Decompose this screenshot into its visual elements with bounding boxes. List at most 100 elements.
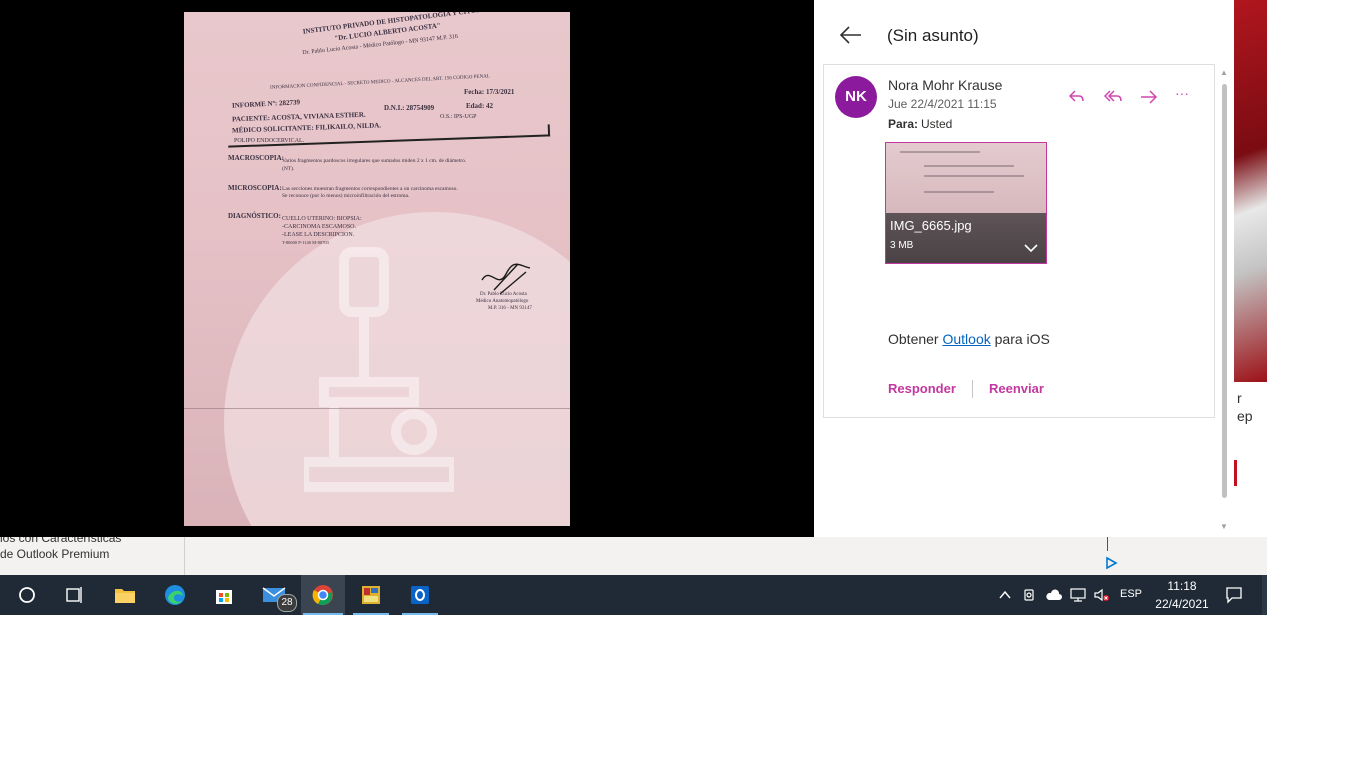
folder-icon [115, 589, 135, 603]
doc-diag-3: -LEASE LA DESCRIPCION. [282, 232, 355, 238]
forward-icon [1141, 90, 1158, 104]
body-prefix: Obtener [888, 331, 943, 347]
ad-text-line-2: ep [1237, 408, 1253, 424]
thumb-line [900, 151, 980, 153]
doc-diag-label: DIAGNÓSTICO: [228, 212, 281, 220]
clock-date[interactable]: 22/4/2021 [1152, 597, 1212, 611]
store-icon [216, 590, 232, 604]
cortana-circle-icon [19, 587, 35, 603]
doc-paciente: PACIENTE: ACOSTA, VIVIANA ESTHER. [231, 110, 366, 124]
reply-icon [1068, 90, 1084, 102]
attachment-card[interactable]: IMG_6665.jpg 3 MB [885, 142, 1047, 264]
doc-macro-label: MACROSCOPIA: [228, 154, 284, 162]
onedrive-button[interactable] [1045, 587, 1063, 608]
advertisement-image[interactable] [1234, 0, 1267, 382]
scroll-down-icon[interactable]: ▼ [1220, 522, 1228, 531]
doc-os: O.S.: IPS-UGP [440, 114, 477, 120]
doc-diag-1: CUELLO UTERINO: BIOPSIA: [282, 216, 362, 222]
doc-sign-2: Médico Anatomopatólogo [476, 299, 529, 304]
reply-button[interactable] [1066, 86, 1088, 108]
show-hidden-icons-button[interactable] [997, 587, 1013, 608]
to-recipient[interactable]: Usted [921, 117, 952, 131]
divider [184, 537, 185, 575]
clock-time[interactable]: 11:18 [1160, 579, 1204, 593]
microscope-watermark-icon [304, 247, 454, 492]
message-body: Obtener Outlook para iOS [888, 331, 1050, 347]
mail-unread-badge: 28 [277, 594, 297, 612]
doc-sign-3: M.P. 316 - MN 93147 [488, 306, 532, 311]
scrollbar-thumb[interactable] [1222, 84, 1227, 498]
more-actions-button[interactable]: ··· [1175, 85, 1197, 107]
message-date: Jue 22/4/2021 11:15 [888, 97, 997, 111]
sender-name[interactable]: Nora Mohr Krause [888, 77, 1002, 93]
chrome-button[interactable] [301, 575, 345, 615]
meet-now-button[interactable] [1022, 587, 1038, 608]
ad-accent [1234, 460, 1237, 486]
document-photo: INSTITUTO PRIVADO DE HISTOPATOLOGÍA Y CI… [184, 12, 570, 526]
store-button[interactable] [204, 575, 244, 615]
camera-icon [1024, 589, 1034, 601]
edge-button[interactable] [155, 575, 195, 615]
outlook-icon [411, 586, 429, 604]
to-label: Para: [888, 117, 919, 131]
reply-all-button[interactable] [1102, 86, 1124, 108]
doc-fecha: Fecha: 17/3/2021 [464, 88, 515, 96]
photos-app-button[interactable] [351, 575, 391, 615]
doc-micro-text: Las secciones muestran fragmentos corres… [282, 186, 458, 192]
photos-icon [362, 586, 380, 604]
chevron-down-icon[interactable] [1024, 243, 1038, 253]
divider [1107, 537, 1108, 551]
thumb-line [924, 175, 1024, 177]
thumb-line [924, 191, 994, 193]
doc-header-3: Dr. Pablo Lucio Acosta - Médico Patólogo… [302, 33, 459, 57]
attachment-size: 3 MB [890, 240, 914, 251]
file-explorer-button[interactable] [105, 575, 145, 615]
thumb-line [924, 165, 1014, 167]
advertisement-text: r ep [1234, 382, 1267, 537]
reply-link[interactable]: Responder [888, 381, 956, 396]
forward-button[interactable] [1138, 86, 1160, 108]
premium-promo-line-2: de Outlook Premium [0, 547, 110, 561]
doc-codes: T-80600 P-1140 M-80703 [282, 240, 329, 245]
paper-fold-line [184, 408, 570, 409]
outlook-button[interactable] [400, 575, 440, 615]
chrome-icon [312, 585, 333, 606]
forward-link[interactable]: Reenviar [989, 381, 1044, 396]
scroll-up-icon[interactable]: ▲ [1220, 68, 1228, 77]
doc-micro-text-2: Se reconoce (por lo menos) microinfiltra… [282, 193, 410, 199]
cloud-icon [1046, 589, 1062, 600]
doc-diag-2: -CARCINOMA ESCAMOSO. [282, 224, 357, 230]
avatar[interactable]: NK [835, 76, 877, 118]
outlook-link[interactable]: Outlook [942, 331, 990, 347]
ad-text-line-1: r [1237, 390, 1242, 406]
attachment-name: IMG_6665.jpg [890, 218, 972, 233]
volume-button[interactable] [1093, 587, 1111, 608]
doc-micro-label: MICROSCOPIA: [228, 184, 282, 192]
back-button[interactable] [838, 22, 864, 48]
email-subject: (Sin asunto) [887, 26, 979, 45]
body-suffix: para iOS [990, 331, 1050, 347]
ad-choices-icon[interactable] [1104, 556, 1118, 570]
network-button[interactable] [1069, 587, 1087, 608]
more-icon: ··· [1175, 85, 1189, 101]
divider [972, 380, 973, 398]
doc-dni: D.N.I.: 28754909 [384, 104, 435, 112]
doc-polipo: POLIPO ENDOCERVICAL. [234, 138, 305, 144]
volume-muted-icon [1094, 588, 1109, 602]
doc-sign-1: Dr. Pablo Lucio Acosta [480, 292, 527, 297]
search-button[interactable] [7, 575, 47, 615]
task-view-button[interactable] [55, 575, 95, 615]
doc-informe: INFORME Nº: 282739 [231, 98, 301, 110]
edge-icon [165, 585, 185, 605]
task-view-icon [66, 587, 82, 603]
action-center-icon [1226, 587, 1242, 604]
reply-all-icon [1103, 90, 1122, 102]
show-desktop-button[interactable] [1262, 575, 1267, 615]
language-indicator[interactable]: ESP [1120, 588, 1142, 600]
doc-macro-nt: (NT). [282, 166, 295, 172]
doc-confidential: INFORMACION CONFIDENCIAL - SECRETO MEDIC… [270, 74, 490, 91]
background-bottom-strip [0, 537, 1267, 575]
doc-macro-text: Varios fragmentos pardoscos irregulares … [282, 158, 467, 164]
notifications-button[interactable] [1225, 586, 1243, 609]
arrow-left-icon [839, 26, 861, 44]
